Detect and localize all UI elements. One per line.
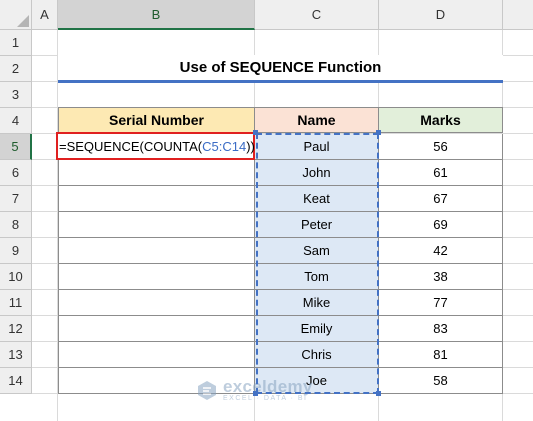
- marks-cell[interactable]: 38: [379, 264, 503, 290]
- sheet-title[interactable]: Use of SEQUENCE Function: [58, 55, 503, 83]
- range-handle-bottom-left[interactable]: [253, 391, 258, 396]
- range-handle-top-right[interactable]: [376, 130, 381, 135]
- formula-range-ref: C5:C14: [202, 138, 247, 154]
- column-header-a[interactable]: A: [32, 0, 58, 30]
- marks-cell[interactable]: 69: [379, 212, 503, 238]
- row-header-9[interactable]: 9: [0, 238, 32, 264]
- column-header-b[interactable]: B: [58, 0, 255, 30]
- column-header-blank: [503, 0, 533, 30]
- name-cell[interactable]: John: [255, 160, 379, 186]
- name-cell[interactable]: Emily: [255, 316, 379, 342]
- row-header-6[interactable]: 6: [0, 160, 32, 186]
- serial-cell[interactable]: [58, 342, 255, 368]
- header-serial-number[interactable]: Serial Number: [58, 107, 255, 133]
- name-cell[interactable]: Tom: [255, 264, 379, 290]
- serial-cell[interactable]: [58, 290, 255, 316]
- marks-cell[interactable]: 58: [379, 368, 503, 394]
- marks-cell[interactable]: 61: [379, 160, 503, 186]
- name-cell[interactable]: Peter: [255, 212, 379, 238]
- range-handle-bottom-right[interactable]: [376, 391, 381, 396]
- name-cell[interactable]: Paul: [255, 134, 379, 160]
- row-header-2[interactable]: 2: [0, 56, 32, 82]
- watermark-name: exceldemy: [223, 377, 313, 396]
- exceldemy-watermark: exceldemy EXCEL · DATA · BI: [196, 372, 356, 408]
- exceldemy-logo-icon: [198, 381, 216, 400]
- marks-cell[interactable]: 81: [379, 342, 503, 368]
- row-header-12[interactable]: 12: [0, 316, 32, 342]
- marks-cell[interactable]: 56: [379, 134, 503, 160]
- select-all-corner[interactable]: [0, 0, 32, 30]
- row-header-10[interactable]: 10: [0, 264, 32, 290]
- marks-cell[interactable]: 77: [379, 290, 503, 316]
- name-cell[interactable]: Sam: [255, 238, 379, 264]
- column-header-c[interactable]: C: [255, 0, 379, 30]
- column-header-d[interactable]: D: [379, 0, 503, 30]
- serial-cell[interactable]: [58, 212, 255, 238]
- serial-cell[interactable]: [58, 238, 255, 264]
- row-header-1[interactable]: 1: [0, 30, 32, 56]
- marks-cell[interactable]: 67: [379, 186, 503, 212]
- watermark-subtitle: EXCEL · DATA · BI: [223, 395, 308, 402]
- serial-cell[interactable]: [58, 160, 255, 186]
- range-handle-top-left[interactable]: [253, 130, 258, 135]
- name-cell[interactable]: Keat: [255, 186, 379, 212]
- serial-cell[interactable]: [58, 186, 255, 212]
- row-header-5[interactable]: 5: [0, 134, 32, 160]
- row-header-4[interactable]: 4: [0, 108, 32, 134]
- formula-prefix: =SEQUENCE(COUNTA(: [59, 138, 203, 154]
- serial-cell[interactable]: [58, 316, 255, 342]
- row-header-8[interactable]: 8: [0, 212, 32, 238]
- name-cell[interactable]: Chris: [255, 342, 379, 368]
- name-cell[interactable]: Mike: [255, 290, 379, 316]
- row-header-3[interactable]: 3: [0, 82, 32, 108]
- marks-cell[interactable]: 83: [379, 316, 503, 342]
- row-header-7[interactable]: 7: [0, 186, 32, 212]
- row-header-14[interactable]: 14: [0, 368, 32, 394]
- marks-cell[interactable]: 42: [379, 238, 503, 264]
- formula-cell-b5[interactable]: =SEQUENCE(COUNTA(C5:C14)): [56, 132, 255, 160]
- row-header-13[interactable]: 13: [0, 342, 32, 368]
- header-marks[interactable]: Marks: [379, 107, 503, 133]
- formula-suffix: )): [246, 138, 255, 154]
- serial-cell[interactable]: [58, 264, 255, 290]
- row-header-11[interactable]: 11: [0, 290, 32, 316]
- header-name[interactable]: Name: [255, 107, 379, 133]
